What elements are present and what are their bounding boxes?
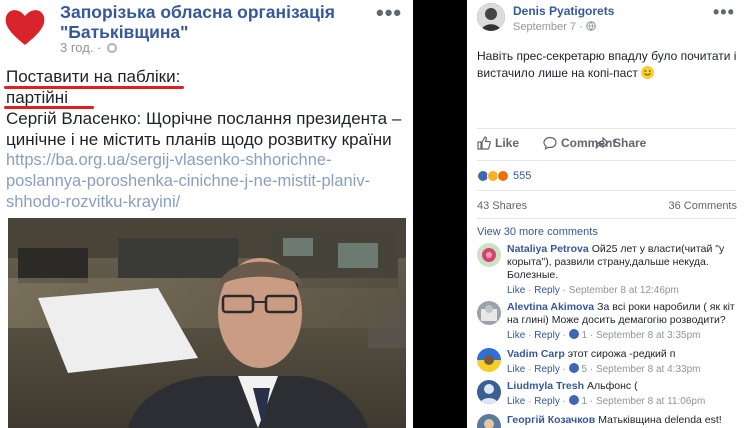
post-meta: 3 год. · [60, 40, 118, 55]
comment-bubble-icon [543, 136, 557, 150]
right-post-panel: Denis Pyatigorets September 7 · ••• Наві… [467, 0, 745, 428]
comment-like-count[interactable]: 1 [582, 396, 588, 407]
settings-gear-icon [107, 43, 118, 53]
post-text: Навіть прес-секретарю впадлу було почита… [477, 49, 737, 80]
avatar[interactable] [477, 243, 501, 267]
divider [477, 190, 735, 191]
view-more-comments-link[interactable]: View 30 more comments [477, 226, 598, 238]
like-count-icon [568, 363, 579, 373]
globe-icon [585, 21, 596, 31]
comment-like-link[interactable]: Like [507, 364, 525, 375]
comment-reply-link[interactable]: Reply [534, 285, 560, 296]
comment-date[interactable]: September 8 at 12:46pm [569, 285, 679, 296]
avatar[interactable] [477, 3, 505, 31]
commenter-name[interactable]: Nataliya Petrova [507, 243, 589, 255]
post-time[interactable]: 3 год. [60, 40, 93, 55]
comment-date[interactable]: September 8 at 4:33pm [596, 364, 701, 375]
comment-actions: Like · Reply · 1 · September 8 at 3:35pm [507, 329, 701, 341]
comment-text: Альфонс ( [587, 380, 638, 392]
comments-count[interactable]: 36 Comments [669, 200, 737, 212]
comment-like-count[interactable]: 5 [582, 364, 588, 375]
divider [477, 128, 735, 129]
comment-like-link[interactable]: Like [507, 396, 525, 407]
commenter-name[interactable]: Liudmyla Tresh [507, 380, 584, 392]
like-button[interactable]: Like [477, 136, 519, 150]
more-options-button[interactable]: ••• [376, 0, 402, 26]
comment-actions: Like · Reply · 1 · September 8 at 11:06p… [507, 395, 706, 407]
comment-like-link[interactable]: Like [507, 330, 525, 341]
author-name[interactable]: Denis Pyatigorets [513, 4, 614, 18]
comment-text: Матьківщина delenda est! [598, 414, 722, 426]
more-options-button[interactable]: ••• [713, 2, 735, 23]
avatar[interactable] [477, 348, 501, 372]
angry-reaction-icon [497, 170, 509, 182]
commenter-name[interactable]: Vadim Carp [507, 348, 565, 360]
comment-date[interactable]: September 8 at 3:35pm [596, 330, 701, 341]
share-button[interactable]: Share [595, 136, 646, 150]
comment-reply-link[interactable]: Reply [534, 330, 560, 341]
reactions-summary[interactable]: 555 [477, 170, 531, 182]
divider [477, 218, 735, 219]
smile-emoji-icon [641, 66, 655, 79]
comment-actions: Like · Reply · 5 · September 8 at 4:33pm [507, 363, 701, 375]
post-text-line: партійні [6, 88, 68, 107]
comment-reply-link[interactable]: Reply [534, 396, 560, 407]
action-bar: Like Comment Share [467, 136, 745, 154]
comment-like-link[interactable]: Like [507, 285, 525, 296]
share-arrow-icon [595, 136, 609, 149]
post-text-line: Сергій Власенко: Щорічне послання презид… [6, 109, 402, 128]
like-count-icon [568, 329, 579, 339]
comment-actions: Like · Reply · September 8 at 12:46pm [507, 285, 679, 296]
shares-count[interactable]: 43 Shares [477, 200, 527, 212]
thumbs-up-icon [477, 136, 491, 150]
commenter-name[interactable]: Alevtina Akimova [507, 301, 594, 313]
post-text-line: Поставити на пабліки: [6, 67, 181, 86]
comment-date[interactable]: September 8 at 11:06pm [596, 396, 705, 407]
page-name[interactable]: Запорізька обласна організація "Батьківщ… [60, 2, 360, 42]
article-photo[interactable] [8, 218, 406, 428]
comment-reply-link[interactable]: Reply [534, 364, 560, 375]
divider [477, 160, 735, 161]
heart-logo-icon[interactable] [4, 6, 46, 48]
post-date: September 7 · [513, 21, 596, 33]
left-post-panel: Запорізька обласна організація "Батьківщ… [0, 0, 413, 428]
avatar[interactable] [477, 380, 501, 404]
red-underline-annotation [4, 86, 184, 89]
post-link[interactable]: https://ba.org.ua/sergij-vlasenko-shhori… [6, 150, 406, 213]
comment-text: этот сирожа -редкий п [567, 348, 676, 360]
avatar[interactable] [477, 414, 501, 428]
avatar[interactable] [477, 301, 501, 325]
like-count-icon [568, 395, 579, 405]
commenter-name[interactable]: Георгій Козачков [507, 414, 595, 426]
comment-like-count[interactable]: 1 [582, 330, 588, 341]
post-text-line: цинічне і не містить планів щодо розвитк… [6, 130, 392, 149]
red-underline-annotation [4, 106, 94, 109]
